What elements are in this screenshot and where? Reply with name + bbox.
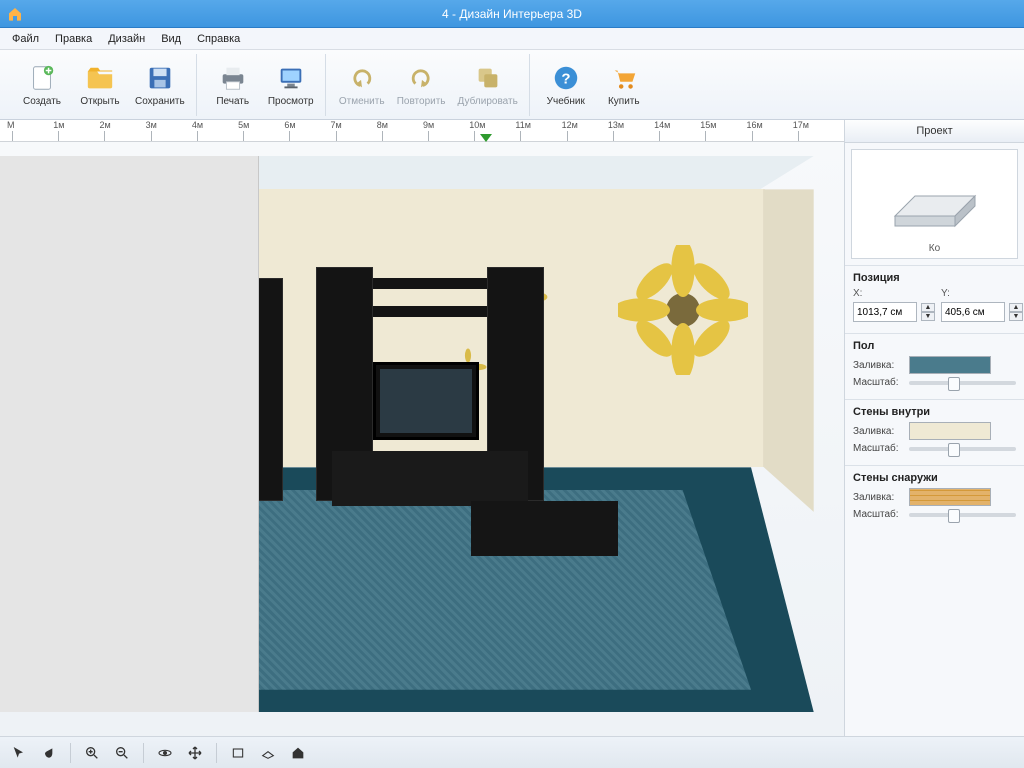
open-button[interactable]: Открыть [72, 56, 128, 114]
ruler-tick: 15м [700, 120, 716, 130]
undo-button[interactable]: Отменить [334, 56, 390, 114]
new-file-icon [26, 62, 58, 94]
folder-open-icon [84, 62, 116, 94]
title-bar: 4 - Дизайн Интерьера 3D [0, 0, 1024, 28]
ruler-tick: 12м [562, 120, 578, 130]
main-area: М 1м 2м 3м 4м 5м 6м 7м 8м 9м 10м 11м 12м… [0, 120, 1024, 736]
walls-in-scale-slider[interactable] [909, 447, 1016, 451]
print-button[interactable]: Печать [205, 56, 261, 114]
ruler-tick: 16м [747, 120, 763, 130]
ruler-tick: 9м [423, 120, 434, 130]
ruler-tick: 10м [469, 120, 485, 130]
section-walls-inside: Стены внутри Заливка: Масштаб: [845, 399, 1024, 465]
ruler-marker[interactable] [480, 134, 492, 142]
section-floor: Пол Заливка: Масштаб: [845, 333, 1024, 399]
y-spinner[interactable]: ▲▼ [1009, 303, 1023, 321]
pan-tool[interactable] [36, 741, 62, 765]
pointer-tool[interactable] [6, 741, 32, 765]
home-view-tool[interactable] [285, 741, 311, 765]
position-y-input[interactable] [941, 302, 1005, 322]
preview-3d-icon [875, 171, 995, 241]
y-label: Y: [941, 288, 1023, 299]
ruler-tick: 2м [99, 120, 110, 130]
horizontal-ruler: М 1м 2м 3м 4м 5м 6м 7м 8м 9м 10м 11м 12м… [0, 120, 844, 142]
orbit-tool[interactable] [152, 741, 178, 765]
ruler-tick: 1м [53, 120, 64, 130]
ruler-tick: 17м [793, 120, 809, 130]
printer-icon [217, 62, 249, 94]
view-toolbar [0, 736, 1024, 768]
window-title: 4 - Дизайн Интерьера 3D [442, 7, 582, 21]
menu-edit[interactable]: Правка [47, 31, 100, 47]
menu-help[interactable]: Справка [189, 31, 248, 47]
tutorial-button[interactable]: ? Учебник [538, 56, 594, 114]
x-label: X: [853, 288, 935, 299]
x-spinner[interactable]: ▲▼ [921, 303, 935, 321]
ruler-tick: М [7, 120, 15, 130]
front-view-tool[interactable] [225, 741, 251, 765]
tab-project[interactable]: Проект [845, 120, 1024, 143]
ruler-tick: 13м [608, 120, 624, 130]
main-toolbar: Создать Открыть Сохранить Печать Прос [0, 50, 1024, 120]
monitor-icon [275, 62, 307, 94]
menu-design[interactable]: Дизайн [100, 31, 153, 47]
ruler-tick: 7м [331, 120, 342, 130]
menu-file[interactable]: Файл [4, 31, 47, 47]
move-tool[interactable] [182, 741, 208, 765]
properties-panel: Проект Ко Позиция X: ▲▼ Y: [844, 120, 1024, 736]
ruler-tick: 14м [654, 120, 670, 130]
walls-out-fill-swatch[interactable] [909, 488, 991, 506]
viewport-3d[interactable] [0, 142, 844, 736]
ruler-tick: 4м [192, 120, 203, 130]
wallpaper-flower-icon [618, 245, 748, 375]
ruler-tick: 8м [377, 120, 388, 130]
room-render [14, 156, 830, 712]
floor-scale-slider[interactable] [909, 381, 1016, 385]
position-x-input[interactable] [853, 302, 917, 322]
top-view-tool[interactable] [255, 741, 281, 765]
menu-view[interactable]: Вид [153, 31, 189, 47]
buy-button[interactable]: Купить [596, 56, 652, 114]
object-preview: Ко [851, 149, 1018, 259]
duplicate-button[interactable]: Дублировать [453, 56, 523, 114]
duplicate-icon [472, 62, 504, 94]
ruler-tick: 5м [238, 120, 249, 130]
cart-icon [608, 62, 640, 94]
help-icon: ? [550, 62, 582, 94]
walls-in-fill-swatch[interactable] [909, 422, 991, 440]
svg-text:?: ? [561, 71, 570, 88]
section-position: Позиция X: ▲▼ Y: ▲▼ [845, 265, 1024, 333]
ruler-tick: 11м [515, 120, 531, 130]
preview-caption: Ко [929, 241, 940, 258]
save-button[interactable]: Сохранить [130, 56, 190, 114]
undo-icon [346, 62, 378, 94]
canvas-column: М 1м 2м 3м 4м 5м 6м 7м 8м 9м 10м 11м 12м… [0, 120, 844, 736]
preview-button[interactable]: Просмотр [263, 56, 319, 114]
create-button[interactable]: Создать [14, 56, 70, 114]
redo-button[interactable]: Повторить [392, 56, 451, 114]
menu-bar: Файл Правка Дизайн Вид Справка [0, 28, 1024, 50]
redo-icon [405, 62, 437, 94]
floor-fill-swatch[interactable] [909, 356, 991, 374]
walls-out-scale-slider[interactable] [909, 513, 1016, 517]
ruler-tick: 3м [146, 120, 157, 130]
save-icon [144, 62, 176, 94]
zoom-in-tool[interactable] [79, 741, 105, 765]
ruler-tick: 6м [284, 120, 295, 130]
zoom-out-tool[interactable] [109, 741, 135, 765]
app-icon [6, 5, 24, 23]
section-walls-outside: Стены снаружи Заливка: Масштаб: [845, 465, 1024, 531]
